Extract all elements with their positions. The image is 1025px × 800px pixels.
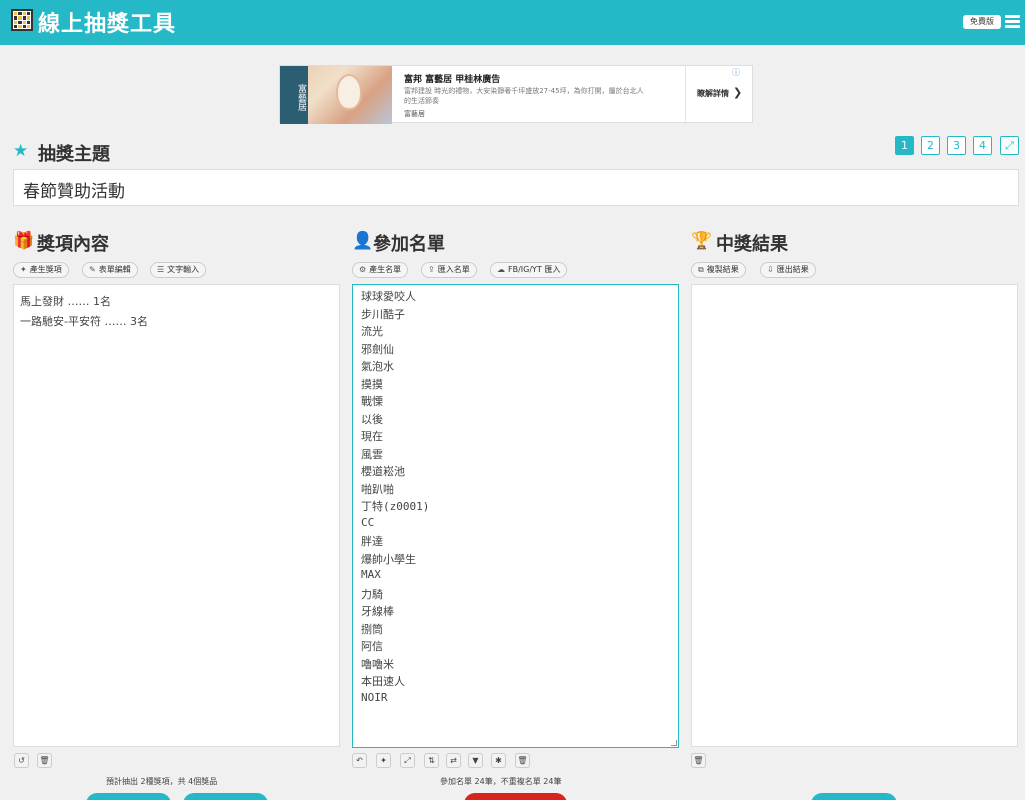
results-heading: 中獎結果 [716,234,788,255]
user-icon: 👤 [352,231,374,251]
prize-action-button-2[interactable] [183,793,268,800]
prize-item: 一路馳安-平安符 …… 3名 [20,315,148,328]
participant-item: 丁特(z0001) [361,500,430,513]
participant-item: 力騎 [361,587,383,601]
participant-item: 本田速人 [361,675,405,688]
prize-item: 馬上發財 …… 1名 [20,295,111,308]
participant-item: 胖達 [361,535,383,548]
list-icon: ☰ [157,265,165,274]
participant-item: 球球愛咬人 [361,290,416,303]
copy-results-button[interactable]: ⧉ 複製結果 [691,262,746,278]
social-import-button[interactable]: ☁ FB/IG/YT 匯入 [490,262,568,278]
chevron-right-icon[interactable]: ❯ [733,86,742,99]
copy-icon: ⧉ [698,265,704,274]
participants-textarea[interactable]: 球球愛咬人 步川酷子 流光 邪劍仙 氣泡水 摸摸 戰慄 以後 現在 風雲 櫻道崧… [352,284,679,748]
participant-item: 戰慄 [361,395,383,408]
participant-item: 風雲 [361,447,383,461]
form-edit-button[interactable]: ✎ 表單編輯 [82,262,138,278]
page-button-3[interactable]: 3 [947,136,966,155]
ad-banner[interactable]: 富藝居 富邦 富藝居 甲桂林廣告 富邦建設 時光的禮物，大安染靜奢千坪盛放27-… [279,65,753,124]
participant-item: 櫻道崧池 [361,465,405,478]
ad-divider [685,66,686,124]
theme-input[interactable]: 春節贊助活動 [13,169,1019,206]
participant-item: 邪劍仙 [361,342,394,356]
participant-item: 爆帥小學生 [361,552,416,566]
participants-stat: 參加名單 24筆，不重複名單 24筆 [440,777,562,786]
ad-info-icon[interactable]: ⓘ [732,67,740,78]
prizes-heading: 獎項內容 [37,234,109,255]
participant-item: 現在 [361,430,383,443]
ad-image-band: 富藝居 [280,66,308,124]
participant-item: 捌筒 [361,622,383,636]
ad-title[interactable]: 富邦 富藝居 甲桂林廣告 [404,72,500,85]
generate-list-button[interactable]: ⚙ 產生名單 [352,262,409,278]
participant-item: 流光 [361,325,383,338]
compress-icon[interactable]: ⤢ [400,753,415,768]
logo-grid-icon [11,9,33,31]
gears-icon: ⚙ [359,265,367,274]
ad-description: 富邦建設 時光的禮物，大安染靜奢千坪盛放27-45坪，為你打開，屬於台北人的生活… [404,87,644,105]
magic-wand-icon: ✦ [20,265,27,274]
ad-cta-button[interactable]: 瞭解詳情 [697,88,729,99]
undo-icon[interactable]: ↶ [352,753,367,768]
participant-item: 步川酷子 [361,307,405,321]
edit-icon: ✎ [89,265,96,274]
download-icon: ⇩ [767,265,774,274]
top-bar: 線上抽獎工具 免費版 [0,0,1025,45]
shuffle-icon[interactable]: ⇄ [446,753,461,768]
participant-item: MAX [361,568,381,581]
gift-icon: 🎁 [13,231,35,251]
sort-icon[interactable]: ⇅ [424,753,439,768]
prizes-stat: 預計抽出 2種獎項，共 4個獎品 [106,777,218,786]
draw-button[interactable] [464,793,567,800]
page-button-2[interactable]: 2 [921,136,940,155]
text-input-button[interactable]: ☰ 文字輸入 [150,262,207,278]
page-button-4[interactable]: 4 [973,136,992,155]
import-list-button[interactable]: ⇪ 匯入名單 [421,262,477,278]
cloud-upload-icon: ☁ [497,265,505,274]
participant-item: 摸摸 [361,377,383,391]
ad-brand: 富藝居 [404,110,425,118]
app-title: 線上抽獎工具 [38,12,177,37]
filter-icon[interactable]: ▼ [468,753,483,768]
participant-item: CC [361,515,375,529]
star-icon: ★ [13,141,29,161]
result-action-button[interactable] [811,793,897,800]
fullscreen-icon[interactable]: ⤢ [1000,136,1019,155]
participant-item: 牙線棒 [361,605,394,618]
upload-icon: ⇪ [428,265,435,274]
textarea-resize-handle[interactable] [671,740,677,746]
participant-item: 阿信 [361,640,383,653]
prize-action-button-1[interactable] [86,793,171,800]
export-results-button[interactable]: ⇩ 匯出結果 [760,262,816,278]
participant-item: 嚕嚕米 [361,657,394,671]
trophy-icon: 🏆 [691,231,713,251]
ad-image[interactable]: 富藝居 [280,66,392,124]
participant-item: 以後 [361,412,383,426]
magic-wand-icon[interactable]: ✦ [376,753,391,768]
asterisk-icon[interactable]: ✱ [491,753,506,768]
participant-item: 啪趴啪 [361,482,394,496]
hamburger-menu-icon[interactable] [1005,15,1020,29]
participant-item: NOIR [361,690,388,704]
theme-heading: 抽獎主題 [38,144,110,165]
free-version-badge[interactable]: 免費版 [963,15,1001,29]
page-button-1[interactable]: 1 [895,136,914,155]
trash-icon[interactable]: 🗑 [515,753,530,768]
reset-icon[interactable]: ↺ [14,753,29,768]
ad-image-decoration [336,74,362,110]
results-area[interactable] [691,284,1018,747]
trash-icon[interactable]: 🗑 [37,753,52,768]
participants-heading: 參加名單 [373,234,445,255]
participant-item: 氣泡水 [361,360,394,373]
prizes-textarea[interactable]: 馬上發財 …… 1名 一路馳安-平安符 …… 3名 [13,284,340,747]
trash-icon[interactable]: 🗑 [691,753,706,768]
generate-prizes-button[interactable]: ✦ 產生獎項 [13,262,69,278]
